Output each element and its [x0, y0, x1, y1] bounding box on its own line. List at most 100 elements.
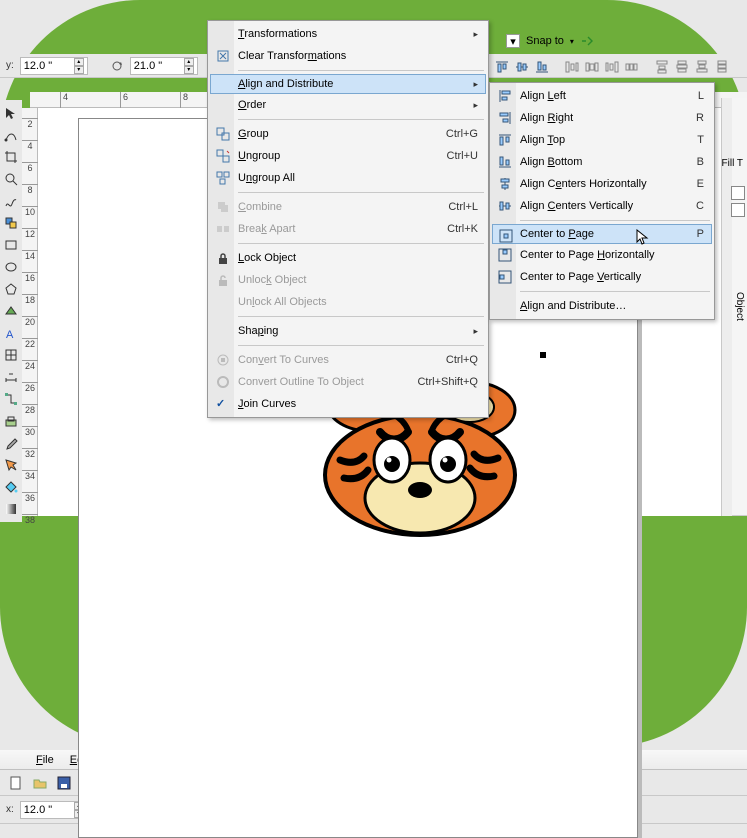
mi-group[interactable]: GroupCtrl+G — [210, 123, 486, 145]
swatch-none[interactable] — [731, 203, 745, 217]
outline-tool-icon[interactable] — [2, 456, 20, 474]
h-field[interactable]: ▴▾ — [130, 57, 198, 75]
curves-icon — [216, 353, 230, 367]
connector-tool-icon[interactable] — [2, 390, 20, 408]
check-icon: ✓ — [216, 397, 225, 410]
eyedropper-tool-icon[interactable] — [2, 434, 20, 452]
x-label: x: — [6, 804, 14, 815]
align-submenu: Align LeftL Align RightR Align TopT Alig… — [489, 82, 715, 320]
dimension-tool-icon[interactable] — [2, 368, 20, 386]
smartfill-tool-icon[interactable] — [2, 214, 20, 232]
interactivefill-tool-icon[interactable] — [2, 500, 20, 518]
mi-align-centers-h[interactable]: Align Centers HorizontallyE — [492, 173, 712, 195]
toolbox: A — [0, 100, 22, 522]
align-hcent-icon — [498, 177, 512, 191]
fill-tool-icon[interactable] — [2, 478, 20, 496]
zoom-tool-icon[interactable] — [2, 170, 20, 188]
arrange-dropdown: Transformations▸ Clear Transformations A… — [207, 20, 489, 418]
mi-align-right[interactable]: Align RightR — [492, 107, 712, 129]
align-bottom-icon[interactable] — [534, 59, 550, 75]
clear-trans-icon — [216, 49, 230, 63]
mi-unlock-object: Unlock Object — [210, 269, 486, 291]
align-left-icon — [498, 89, 512, 103]
dist-top-icon[interactable] — [654, 59, 670, 75]
pick-tool-icon[interactable] — [2, 104, 20, 122]
y-label: y: — [6, 60, 14, 71]
polygon-tool-icon[interactable] — [2, 280, 20, 298]
mi-unlock-all: Unlock All Objects — [210, 291, 486, 313]
shape-tool-icon[interactable] — [2, 126, 20, 144]
snap-control: ▾ Snap to ▾ — [506, 30, 598, 52]
center-page-icon — [499, 229, 513, 243]
mi-order[interactable]: Order▸ — [210, 94, 486, 116]
cursor-pointer-icon — [636, 229, 652, 245]
align-bottom2-icon — [498, 155, 512, 169]
vertical-ruler: 2 4 6 8 10 12 14 16 18 20 22 24 26 28 30… — [22, 108, 38, 516]
ungroup-all-icon — [216, 171, 230, 185]
interactive-tool-icon[interactable] — [2, 412, 20, 430]
mi-align-bottom[interactable]: Align BottomB — [492, 151, 712, 173]
mi-align-centers-v[interactable]: Align Centers VerticallyC — [492, 195, 712, 217]
mi-clear-transformations[interactable]: Clear Transformations — [210, 45, 486, 67]
mi-convert-curves: Convert To CurvesCtrl+Q — [210, 349, 486, 371]
rotate-icon[interactable] — [110, 59, 124, 73]
center-page-h-icon — [498, 248, 512, 262]
dist-left-icon[interactable] — [564, 59, 580, 75]
unlock-icon — [216, 273, 230, 287]
mi-center-page-v[interactable]: Center to Page Vertically — [492, 266, 712, 288]
mi-center-page-h[interactable]: Center to Page Horizontally — [492, 244, 712, 266]
mi-center-to-page[interactable]: Center to PageP — [492, 224, 712, 244]
freehand-tool-icon[interactable] — [2, 192, 20, 210]
crop-tool-icon[interactable] — [2, 148, 20, 166]
lock-icon — [216, 251, 230, 265]
mi-ungroup-all[interactable]: Ungroup All — [210, 167, 486, 189]
break-icon — [216, 222, 230, 236]
combine-icon — [216, 200, 230, 214]
mi-align-distribute-dlg[interactable]: Align and Distribute… — [492, 295, 712, 317]
dist-vspace-icon[interactable] — [714, 59, 730, 75]
mi-ungroup[interactable]: UngroupCtrl+U — [210, 145, 486, 167]
selection-handle[interactable] — [540, 352, 546, 358]
mi-join-curves[interactable]: ✓Join Curves — [210, 393, 486, 415]
snap-label: Snap to — [526, 35, 564, 47]
save-icon[interactable] — [54, 773, 74, 793]
ungroup-icon — [216, 149, 230, 163]
mi-align-top[interactable]: Align TopT — [492, 129, 712, 151]
mi-align-and-distribute[interactable]: Align and Distribute▸ — [210, 74, 486, 94]
swatch-white[interactable] — [731, 186, 745, 200]
group-icon — [216, 127, 230, 141]
align-top2-icon — [498, 133, 512, 147]
align-toolbar — [490, 56, 730, 78]
dropdown-icon[interactable]: ▾ — [506, 34, 520, 48]
center-page-v-icon — [498, 270, 512, 284]
mi-transformations[interactable]: Transformations▸ — [210, 23, 486, 45]
mi-align-left[interactable]: Align LeftL — [492, 85, 712, 107]
new-icon[interactable] — [6, 773, 26, 793]
rectangle-tool-icon[interactable] — [2, 236, 20, 254]
text-tool-icon[interactable]: A — [2, 324, 20, 342]
menu-file[interactable]: File — [28, 752, 62, 768]
align-right-icon — [498, 111, 512, 125]
fill-swatches — [731, 186, 745, 217]
align-middle-icon[interactable] — [514, 59, 530, 75]
align-vcent-icon — [498, 199, 512, 213]
y-field[interactable]: ▴▾ — [20, 57, 88, 75]
open-icon[interactable] — [30, 773, 50, 793]
align-top-icon[interactable] — [494, 59, 510, 75]
dist-space-icon[interactable] — [624, 59, 640, 75]
dist-center-icon[interactable] — [584, 59, 600, 75]
basicshapes-tool-icon[interactable] — [2, 302, 20, 320]
ellipse-tool-icon[interactable] — [2, 258, 20, 276]
table-tool-icon[interactable] — [2, 346, 20, 364]
mi-break-apart: Break ApartCtrl+K — [210, 218, 486, 240]
chevron-down-icon[interactable]: ▾ — [570, 37, 574, 46]
mi-lock-object[interactable]: Lock Object — [210, 247, 486, 269]
dist-bottom-icon[interactable] — [694, 59, 710, 75]
dist-right-icon[interactable] — [604, 59, 620, 75]
snap-options-icon[interactable] — [580, 34, 598, 48]
fill-label: Fill T — [722, 158, 743, 169]
outline-obj-icon — [216, 375, 230, 389]
dist-vcenter-icon[interactable] — [674, 59, 690, 75]
svg-text:A: A — [6, 329, 14, 340]
mi-shaping[interactable]: Shaping▸ — [210, 320, 486, 342]
